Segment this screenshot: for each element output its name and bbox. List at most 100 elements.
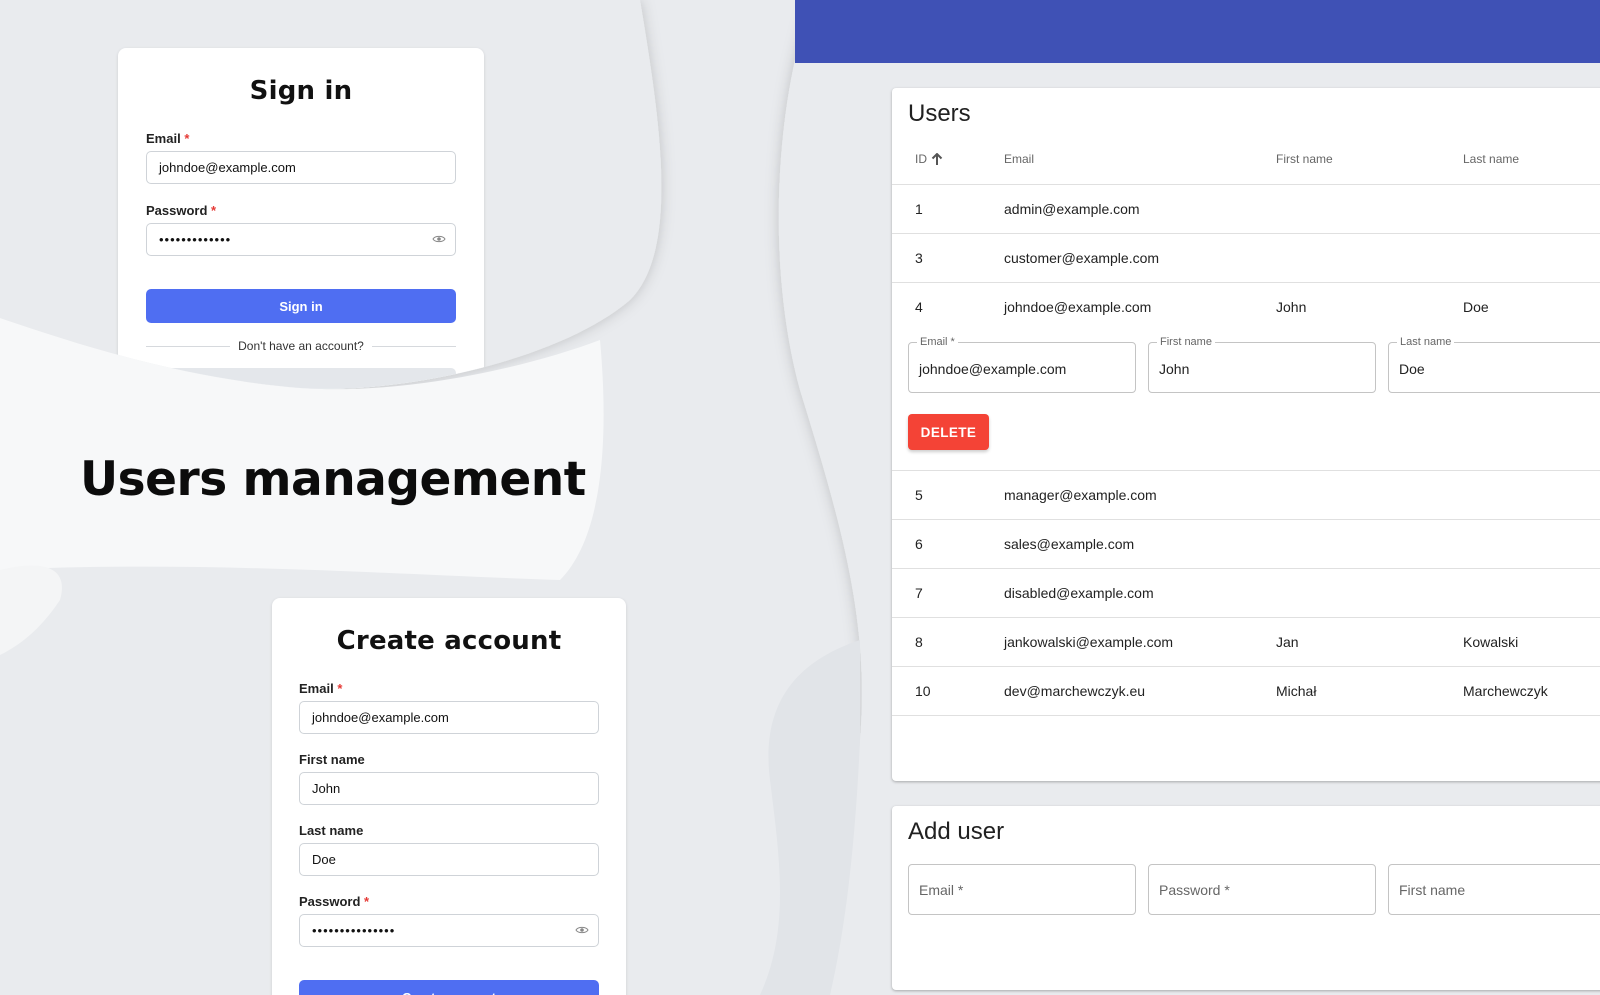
signin-password-input[interactable]: ••••••••••••• xyxy=(146,223,456,256)
signin-email-input[interactable]: johndoe@example.com xyxy=(146,151,456,184)
cell-id: 1 xyxy=(915,201,923,217)
divider-line xyxy=(146,346,230,347)
required-mark: * xyxy=(364,894,370,909)
create-last-name-value: Doe xyxy=(312,852,336,867)
create-account-card: Create account Email * johndoe@example.c… xyxy=(272,598,626,995)
create-email-value: johndoe@example.com xyxy=(312,710,449,725)
no-account-text: Don't have an account? xyxy=(238,339,364,353)
cell-email: admin@example.com xyxy=(1004,201,1140,217)
cell-email: disabled@example.com xyxy=(1004,585,1154,601)
create-password-input[interactable]: ••••••••••••••• xyxy=(299,914,599,947)
edit-email-field[interactable]: Email * johndoe@example.com xyxy=(908,336,1136,393)
cell-email: jankowalski@example.com xyxy=(1004,634,1174,650)
cell-first-name: John xyxy=(1276,299,1307,315)
page-headline: Users management xyxy=(80,452,586,507)
table-row[interactable]: 3 customer@example.com xyxy=(892,234,1600,283)
cell-email: johndoe@example.com xyxy=(1004,299,1152,315)
create-last-name-group: Last name Doe xyxy=(299,823,599,876)
cell-id: 8 xyxy=(915,634,923,650)
cell-first-name: Michał xyxy=(1276,683,1317,699)
signin-password-group: Password * ••••••••••••• xyxy=(146,203,456,256)
eye-icon[interactable] xyxy=(432,234,446,244)
signin-title: Sign in xyxy=(249,76,353,106)
table-row[interactable]: 10 dev@marchewczyk.eu Michał Marchewczyk xyxy=(892,667,1600,716)
edit-first-name-value: John xyxy=(1159,361,1190,377)
cell-last-name: Marchewczyk xyxy=(1463,683,1548,699)
users-panel: Users ID Email First name Last name 1 ad… xyxy=(892,88,1600,781)
add-first-name-field[interactable]: First name xyxy=(1388,864,1600,915)
signin-password-label: Password * xyxy=(146,203,456,218)
edit-first-name-legend: First name xyxy=(1157,336,1215,348)
cell-id: 3 xyxy=(915,250,923,266)
create-first-name-input[interactable]: John xyxy=(299,772,599,805)
users-title: Users xyxy=(908,100,971,127)
create-email-input[interactable]: johndoe@example.com xyxy=(299,701,599,734)
eye-icon[interactable] xyxy=(575,925,589,935)
add-email-field[interactable]: Email * xyxy=(908,864,1136,915)
column-header-first-name[interactable]: First name xyxy=(1276,152,1333,166)
required-mark: * xyxy=(337,681,343,696)
create-password-label: Password * xyxy=(299,894,599,909)
create-first-name-group: First name John xyxy=(299,752,599,805)
create-password-label-text: Password xyxy=(299,894,361,909)
create-last-name-label: Last name xyxy=(299,823,364,838)
cell-last-name: Kowalski xyxy=(1463,634,1519,650)
divider-line xyxy=(372,346,456,347)
create-last-name-input[interactable]: Doe xyxy=(299,843,599,876)
arrow-up-icon xyxy=(931,152,943,165)
edit-last-name-value: Doe xyxy=(1399,361,1425,377)
signin-email-group: Email * johndoe@example.com xyxy=(146,131,456,184)
add-first-name-placeholder: First name xyxy=(1399,882,1466,898)
column-header-last-name[interactable]: Last name xyxy=(1463,152,1519,166)
edit-last-name-field[interactable]: Last name Doe xyxy=(1388,336,1600,393)
table-row[interactable]: 7 disabled@example.com xyxy=(892,569,1600,618)
required-mark: * xyxy=(211,203,217,218)
table-row[interactable]: 8 jankowalski@example.com Jan Kowalski xyxy=(892,618,1600,667)
delete-button[interactable]: DELETE xyxy=(908,414,989,450)
edit-last-name-legend: Last name xyxy=(1397,336,1455,348)
add-user-panel: Add user Email * Password * First name xyxy=(892,806,1600,990)
required-mark: * xyxy=(184,131,190,146)
no-account-divider: Don't have an account? xyxy=(146,339,456,353)
signin-password-value: ••••••••••••• xyxy=(159,232,232,247)
add-password-placeholder: Password * xyxy=(1159,882,1230,898)
create-password-value: ••••••••••••••• xyxy=(312,923,396,938)
cell-id: 7 xyxy=(915,585,923,601)
create-email-label: Email * xyxy=(299,681,599,696)
signin-password-label-text: Password xyxy=(146,203,208,218)
create-email-group: Email * johndoe@example.com xyxy=(299,681,599,734)
signin-email-label: Email * xyxy=(146,131,456,146)
create-first-name-value: John xyxy=(312,781,341,796)
column-header-id-label: ID xyxy=(915,152,927,166)
create-account-title: Create account xyxy=(336,626,562,656)
create-account-button[interactable]: Create account xyxy=(299,980,599,995)
cell-id: 5 xyxy=(915,487,923,503)
column-header-id[interactable]: ID xyxy=(915,152,943,166)
cell-id: 10 xyxy=(915,683,931,699)
add-user-title: Add user xyxy=(908,818,1005,845)
edit-email-legend: Email * xyxy=(917,336,958,348)
table-row-expanded[interactable]: 4 johndoe@example.com John Doe Email * j… xyxy=(892,283,1600,471)
signin-button[interactable]: Sign in xyxy=(146,289,456,323)
signin-email-label-text: Email xyxy=(146,131,181,146)
table-row[interactable]: 1 admin@example.com xyxy=(892,185,1600,234)
table-row[interactable]: 6 sales@example.com xyxy=(892,520,1600,569)
create-email-label-text: Email xyxy=(299,681,334,696)
edit-email-value: johndoe@example.com xyxy=(919,361,1067,377)
add-password-field[interactable]: Password * xyxy=(1148,864,1376,915)
cell-id: 6 xyxy=(915,536,923,552)
create-first-name-label: First name xyxy=(299,752,365,767)
create-password-group: Password * ••••••••••••••• xyxy=(299,894,599,947)
edit-first-name-field[interactable]: First name John xyxy=(1148,336,1376,393)
cell-email: dev@marchewczyk.eu xyxy=(1004,683,1146,699)
cell-last-name: Doe xyxy=(1463,299,1489,315)
cell-id: 4 xyxy=(915,299,923,315)
cell-email: manager@example.com xyxy=(1004,487,1157,503)
cell-first-name: Jan xyxy=(1276,634,1299,650)
cell-email: customer@example.com xyxy=(1004,250,1160,266)
table-row[interactable]: 5 manager@example.com xyxy=(892,471,1600,520)
app-bar xyxy=(795,0,1600,63)
add-email-placeholder: Email * xyxy=(919,882,964,898)
column-header-email[interactable]: Email xyxy=(1004,152,1034,166)
signin-email-value: johndoe@example.com xyxy=(159,160,296,175)
